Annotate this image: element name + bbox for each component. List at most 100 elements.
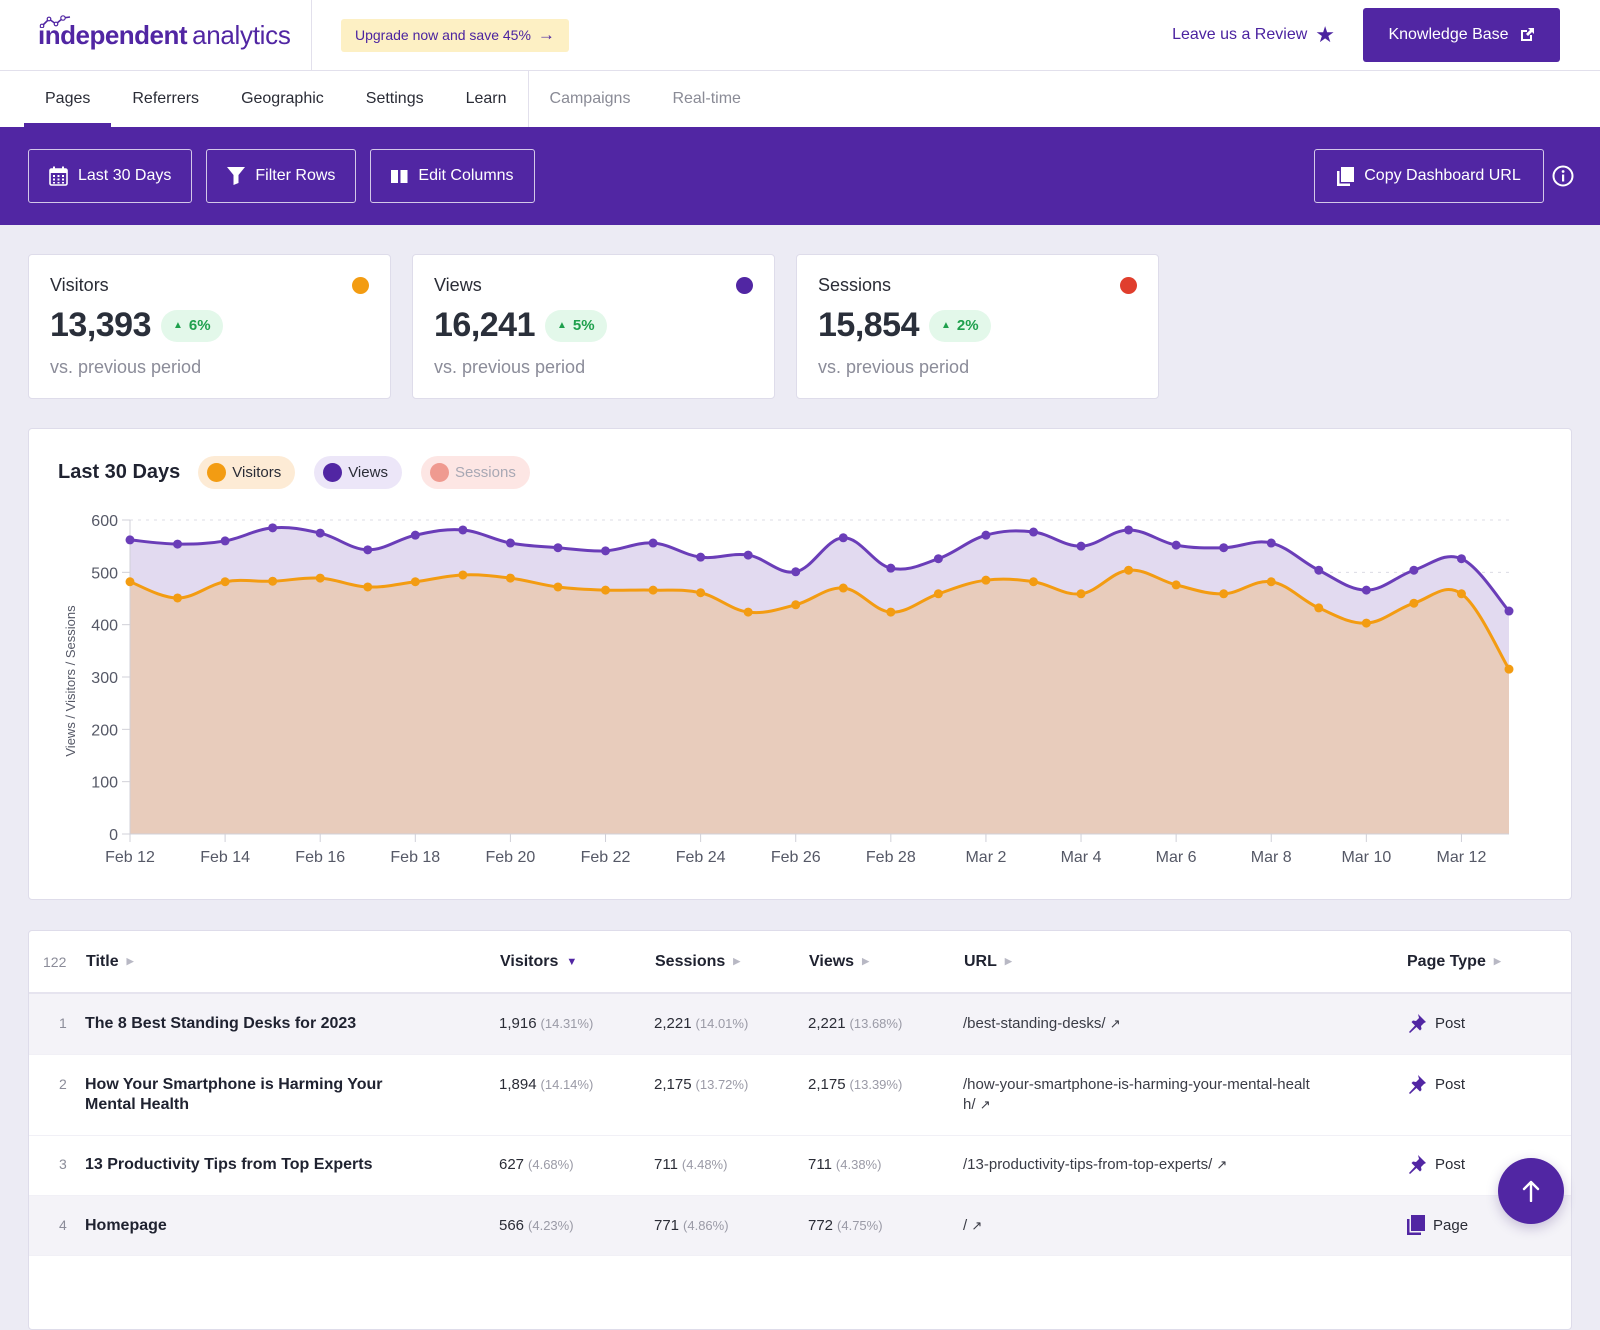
column-header-url[interactable]: URL ▶ bbox=[964, 953, 1012, 971]
data-point-views bbox=[268, 523, 278, 533]
tab-learn[interactable]: Learn bbox=[445, 71, 528, 127]
info-icon[interactable] bbox=[1552, 165, 1574, 187]
scroll-to-top-button[interactable] bbox=[1498, 1158, 1564, 1224]
edit-columns-label: Edit Columns bbox=[418, 167, 514, 184]
url-text: /13-productivity-tips-from-top-experts/ bbox=[963, 1156, 1213, 1173]
page-type-cell: Post bbox=[1407, 1013, 1465, 1033]
views-percent: (13.68%) bbox=[849, 1016, 903, 1031]
external-link-icon bbox=[1520, 28, 1534, 41]
data-point-views bbox=[601, 546, 611, 556]
row-number: 1 bbox=[59, 1015, 67, 1031]
table-row[interactable]: 4 Homepage 566 (4.23%) 771 (4.86%) 772 (4.7… bbox=[29, 1196, 1571, 1256]
views-cell: 772 (4.75%) bbox=[808, 1217, 883, 1234]
legend-toggle-visitors[interactable]: Visitors bbox=[198, 456, 296, 489]
legend-toggle-views[interactable]: Views bbox=[314, 456, 402, 489]
top-bar: independent analytics Upgrade now and sa… bbox=[0, 0, 1600, 71]
change-badge: ▲ 6% bbox=[161, 309, 223, 342]
tab-referrers[interactable]: Referrers bbox=[111, 71, 220, 127]
tab-real-time[interactable]: Real-time bbox=[651, 71, 761, 127]
page-title-link[interactable]: 13 Productivity Tips from Top Experts bbox=[85, 1155, 445, 1175]
sessions-value: 711 bbox=[654, 1156, 678, 1173]
data-point-views bbox=[743, 550, 753, 560]
legend-dot bbox=[207, 463, 227, 482]
x-tick-label: Feb 22 bbox=[581, 849, 631, 866]
tab-label: Referrers bbox=[132, 90, 200, 107]
column-header-title[interactable]: Title ▶ bbox=[86, 953, 134, 971]
column-label: Page Type bbox=[1407, 952, 1486, 970]
copy-dashboard-url-button[interactable]: Copy Dashboard URL bbox=[1314, 149, 1544, 203]
data-point-views bbox=[1504, 606, 1514, 616]
data-point-visitors bbox=[743, 607, 753, 617]
visitors-cell: 1,894 (14.14%) bbox=[499, 1076, 593, 1093]
sort-arrow-icon: ▶ bbox=[1004, 956, 1012, 966]
x-tick-label: Mar 2 bbox=[965, 849, 1006, 866]
column-header-visitors[interactable]: Visitors ▼ bbox=[500, 953, 577, 971]
external-link-icon[interactable]: ↗ bbox=[1110, 1016, 1121, 1031]
legend-label: Sessions bbox=[454, 464, 516, 481]
external-link-icon[interactable]: ↗ bbox=[980, 1097, 991, 1112]
x-tick-label: Feb 18 bbox=[390, 849, 440, 866]
page-title-link[interactable]: Homepage bbox=[85, 1216, 445, 1236]
table-row[interactable]: 3 13 Productivity Tips from Top Experts … bbox=[29, 1136, 1571, 1196]
tab-settings[interactable]: Settings bbox=[345, 71, 445, 127]
x-tick-label: Mar 4 bbox=[1061, 849, 1102, 866]
legend-toggle-sessions[interactable]: Sessions bbox=[420, 456, 530, 489]
line-chart: 0 100 200 300 400 500 600 Views / Visitors / Se… bbox=[63, 513, 1514, 866]
tab-geographic[interactable]: Geographic bbox=[220, 71, 345, 127]
column-header-page-type[interactable]: Page Type ▶ bbox=[1407, 953, 1501, 971]
page-type-cell: Page bbox=[1407, 1215, 1468, 1235]
table-row[interactable]: 1 The 8 Best Standing Desks for 2023 1,9… bbox=[29, 994, 1571, 1055]
data-point-visitors bbox=[1171, 580, 1181, 590]
date-range-button[interactable]: Last 30 Days bbox=[28, 149, 193, 203]
sort-arrow-icon: ▶ bbox=[733, 956, 741, 966]
kpi-label: Visitors bbox=[50, 275, 109, 295]
external-link-icon[interactable]: ↗ bbox=[971, 1218, 982, 1233]
data-point-views bbox=[553, 543, 563, 553]
data-point-visitors bbox=[315, 573, 325, 583]
x-tick-label: Mar 8 bbox=[1251, 849, 1292, 866]
upgrade-banner-link[interactable]: Upgrade now and save 45% → bbox=[341, 18, 569, 52]
column-header-sessions[interactable]: Sessions ▶ bbox=[655, 953, 740, 971]
series-color-dot bbox=[352, 277, 369, 294]
logo[interactable]: independent analytics bbox=[0, 0, 312, 71]
chart-title: Last 30 Days bbox=[58, 461, 181, 483]
page-title-link[interactable]: The 8 Best Standing Desks for 2023 bbox=[85, 1014, 445, 1034]
x-tick-label: Feb 26 bbox=[771, 849, 821, 866]
sessions-percent: (14.01%) bbox=[695, 1016, 749, 1031]
pin-icon bbox=[1409, 1014, 1426, 1033]
kpi-subtitle: vs. previous period bbox=[818, 357, 970, 377]
kpi-card-views: Views 16,241 ▲ 5% vs. previous period bbox=[412, 254, 775, 399]
data-point-visitors bbox=[1456, 589, 1466, 599]
external-link-icon[interactable]: ↗ bbox=[1216, 1157, 1227, 1172]
data-point-visitors bbox=[1504, 664, 1514, 674]
date-range-label: Last 30 Days bbox=[78, 167, 172, 184]
data-point-visitors bbox=[553, 582, 563, 592]
tab-campaigns[interactable]: Campaigns bbox=[529, 71, 652, 127]
sessions-percent: (13.72%) bbox=[695, 1077, 749, 1092]
leave-review-link[interactable]: Leave us a Review ★ bbox=[1172, 22, 1335, 48]
url-cell: /how-your-smartphone-is-harming-your-men… bbox=[963, 1075, 1313, 1115]
kpi-value: 15,854 bbox=[818, 306, 920, 344]
edit-columns-button[interactable]: Edit Columns bbox=[370, 149, 535, 203]
filter-rows-button[interactable]: Filter Rows bbox=[206, 149, 357, 203]
data-point-visitors bbox=[1028, 577, 1038, 587]
knowledge-base-button[interactable]: Knowledge Base bbox=[1363, 8, 1560, 62]
table-row[interactable]: 2 How Your Smartphone is Harming Your Me… bbox=[29, 1055, 1571, 1136]
x-tick-label: Feb 12 bbox=[105, 849, 155, 866]
kpi-label: Views bbox=[434, 275, 482, 295]
data-point-visitors bbox=[981, 575, 991, 585]
x-tick-label: Feb 20 bbox=[486, 849, 536, 866]
visitors-cell: 627 (4.68%) bbox=[499, 1156, 574, 1173]
visitors-percent: (4.68%) bbox=[528, 1157, 574, 1172]
visitors-value: 566 bbox=[499, 1217, 525, 1234]
url-text: /how-your-smartphone-is-harming-your-men… bbox=[963, 1076, 1310, 1113]
tab-pages[interactable]: Pages bbox=[24, 71, 112, 127]
page-title-link[interactable]: How Your Smartphone is Harming Your Ment… bbox=[85, 1075, 425, 1115]
sessions-cell: 771 (4.86%) bbox=[654, 1217, 729, 1234]
data-point-visitors bbox=[268, 576, 278, 586]
data-point-visitors bbox=[1219, 589, 1229, 599]
row-count: 122 bbox=[43, 953, 67, 970]
column-header-views[interactable]: Views ▶ bbox=[809, 953, 869, 971]
data-point-views bbox=[315, 528, 325, 538]
y-axis-label: Views / Visitors / Sessions bbox=[63, 605, 78, 757]
